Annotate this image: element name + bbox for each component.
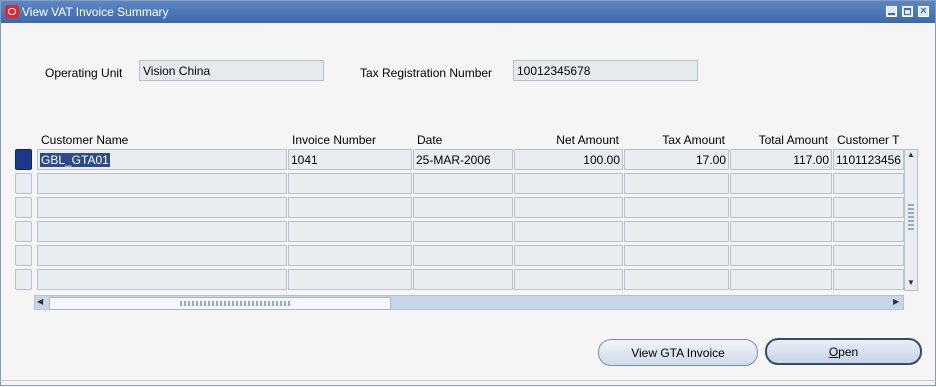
maximize-icon[interactable]	[902, 6, 913, 17]
empty-cell[interactable]	[288, 245, 412, 266]
empty-cell[interactable]	[730, 197, 832, 218]
scroll-right-icon[interactable]: ▶	[893, 297, 899, 306]
date-cell[interactable]: 25-MAR-2006	[413, 149, 513, 170]
total-amount-cell[interactable]: 117.00	[730, 149, 832, 170]
minimize-icon[interactable]	[886, 6, 897, 17]
horizontal-scroll-thumb[interactable]	[49, 297, 391, 310]
empty-cell[interactable]	[833, 245, 904, 266]
empty-cell[interactable]	[37, 173, 287, 194]
view-gta-invoice-button[interactable]: View GTA Invoice	[598, 339, 758, 366]
empty-cell[interactable]	[37, 197, 287, 218]
empty-cell[interactable]	[624, 245, 729, 266]
column-header-tax-amount: Tax Amount	[662, 133, 725, 147]
tax-registration-label: Tax Registration Number	[360, 66, 493, 80]
empty-cell[interactable]	[833, 197, 904, 218]
scroll-left-icon[interactable]: ◀	[37, 297, 43, 306]
empty-cell[interactable]	[730, 221, 832, 242]
empty-cell[interactable]	[413, 173, 513, 194]
empty-cell[interactable]	[288, 221, 412, 242]
empty-cell[interactable]	[624, 221, 729, 242]
row-indicator[interactable]	[15, 149, 32, 170]
scroll-down-icon[interactable]: ▼	[907, 278, 915, 287]
operating-unit-label: Operating Unit	[45, 66, 123, 80]
window: View VAT Invoice Summary × Operating Uni…	[0, 0, 936, 386]
scroll-grip-icon	[908, 202, 914, 230]
oracle-logo-icon	[5, 5, 19, 18]
column-header-total-amount: Total Amount	[758, 133, 828, 147]
empty-cell[interactable]	[413, 269, 513, 290]
column-header-customer-t: Customer T	[837, 133, 900, 147]
empty-cell[interactable]	[514, 197, 623, 218]
empty-cell[interactable]	[833, 173, 904, 194]
row-indicator[interactable]	[15, 221, 32, 242]
scroll-up-icon[interactable]: ▲	[907, 150, 915, 159]
scroll-grip-icon	[180, 301, 290, 306]
empty-cell[interactable]	[413, 245, 513, 266]
empty-cell[interactable]	[413, 221, 513, 242]
empty-cell[interactable]	[514, 221, 623, 242]
horizontal-scrollbar[interactable]: ◀ ▶	[34, 295, 904, 310]
customer-name-cell[interactable]: GBL_GTA01	[37, 149, 287, 170]
tax-amount-cell[interactable]: 17.00	[624, 149, 729, 170]
open-button[interactable]: Open	[765, 338, 922, 365]
empty-cell[interactable]	[833, 269, 904, 290]
empty-cell[interactable]	[833, 221, 904, 242]
row-indicator[interactable]	[15, 269, 32, 290]
row-indicator[interactable]	[15, 197, 32, 218]
title-bar[interactable]: View VAT Invoice Summary ×	[1, 1, 935, 23]
column-header-customer-name: Customer Name	[41, 133, 129, 147]
vertical-scrollbar[interactable]: ▲ ▼	[904, 149, 918, 291]
row-indicator[interactable]	[15, 173, 32, 194]
tax-registration-field[interactable]: 10012345678	[513, 60, 698, 81]
empty-cell[interactable]	[37, 245, 287, 266]
empty-cell[interactable]	[624, 173, 729, 194]
empty-cell[interactable]	[730, 173, 832, 194]
row-indicator[interactable]	[15, 245, 32, 266]
empty-cell[interactable]	[413, 197, 513, 218]
empty-cell[interactable]	[514, 173, 623, 194]
empty-cell[interactable]	[514, 245, 623, 266]
column-header-invoice-number: Invoice Number	[292, 133, 377, 147]
customer-tax-cell[interactable]: 1101123456	[833, 149, 904, 170]
empty-cell[interactable]	[514, 269, 623, 290]
close-icon[interactable]: ×	[918, 6, 929, 17]
empty-cell[interactable]	[37, 221, 287, 242]
empty-cell[interactable]	[288, 197, 412, 218]
column-header-date: Date	[417, 133, 443, 147]
empty-cell[interactable]	[37, 269, 287, 290]
empty-cell[interactable]	[624, 197, 729, 218]
invoice-number-cell[interactable]: 1041	[288, 149, 412, 170]
column-header-net-amount: Net Amount	[556, 133, 619, 147]
operating-unit-field[interactable]: Vision China	[139, 60, 324, 81]
empty-cell[interactable]	[624, 269, 729, 290]
empty-cell[interactable]	[288, 173, 412, 194]
window-title: View VAT Invoice Summary	[22, 5, 169, 19]
empty-cell[interactable]	[288, 269, 412, 290]
net-amount-cell[interactable]: 100.00	[514, 149, 623, 170]
empty-cell[interactable]	[730, 245, 832, 266]
empty-cell[interactable]	[730, 269, 832, 290]
